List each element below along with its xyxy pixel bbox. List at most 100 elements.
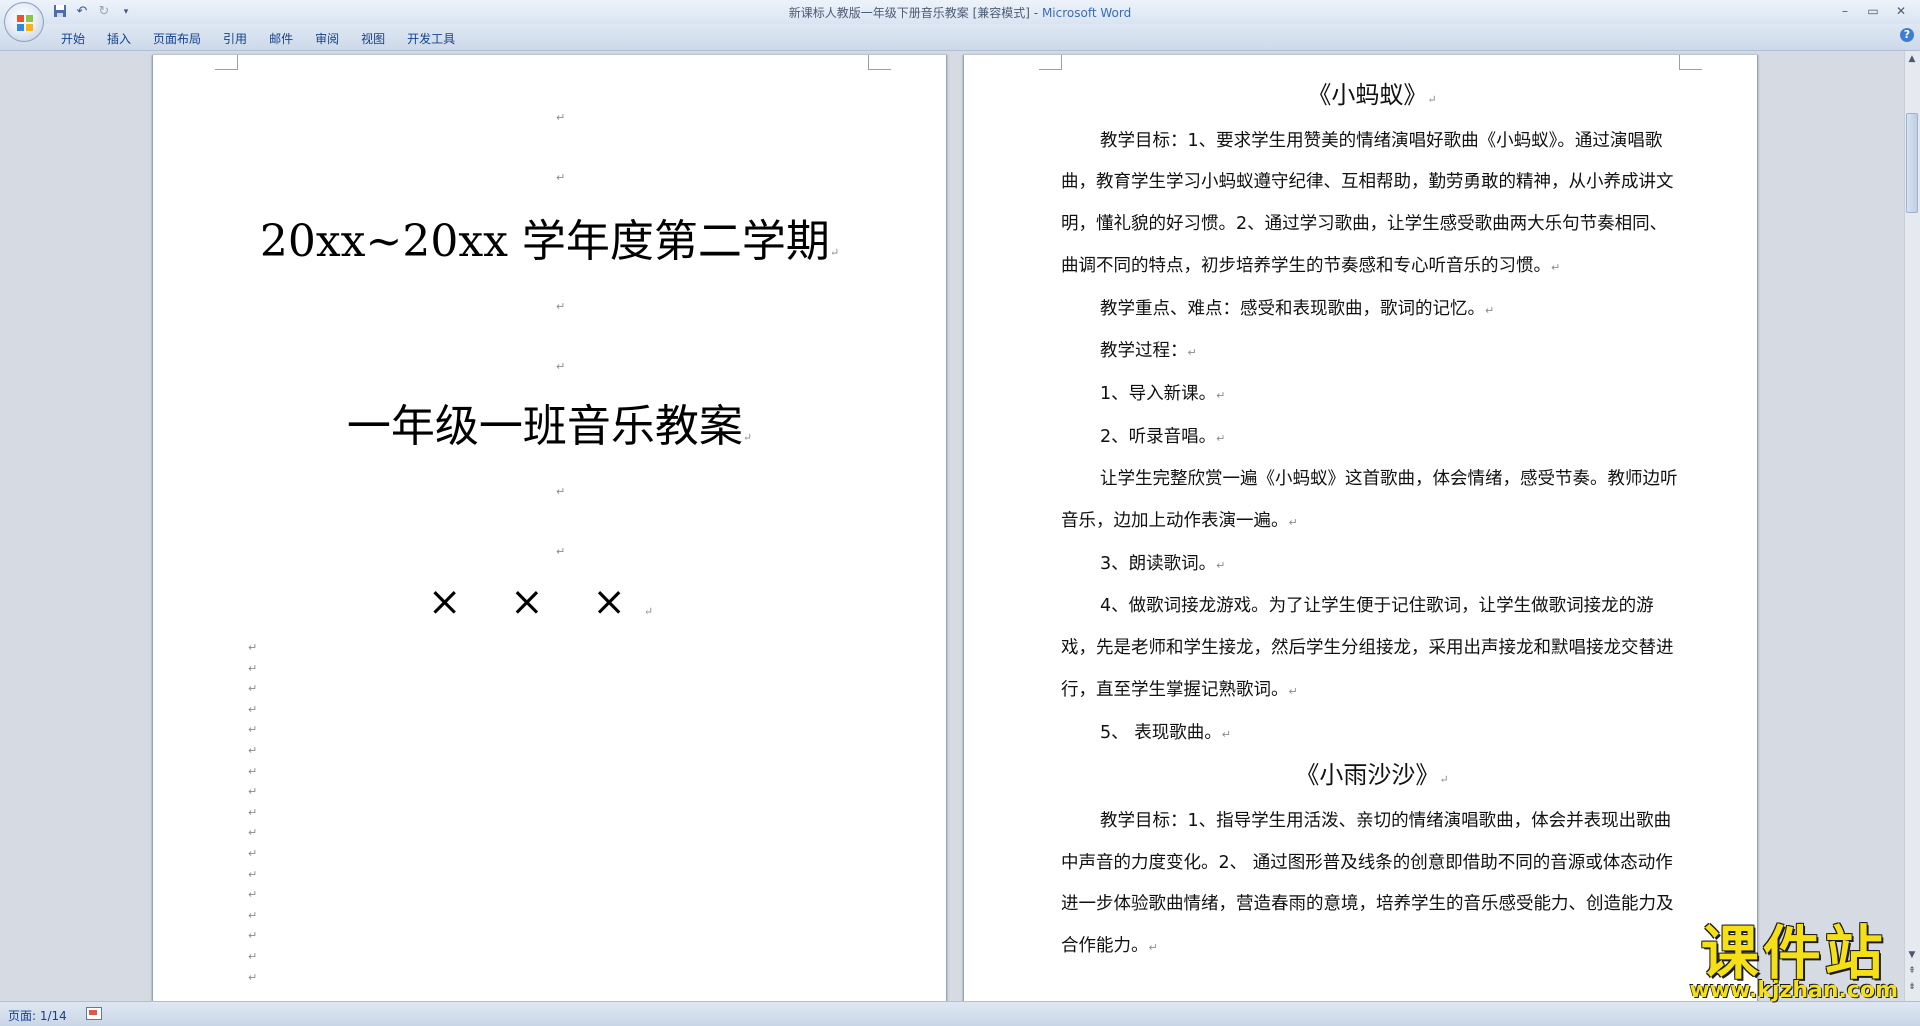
paragraph: 教学过程：↵	[1061, 331, 1683, 374]
class-title-text: 一年级一班音乐教案	[346, 401, 743, 452]
paragraph: 2、听录音唱。↵	[1061, 417, 1683, 460]
paragraph-mark: ↵	[1288, 684, 1298, 698]
paragraph: 教学重点、难点：感受和表现歌曲，歌词的记忆。↵	[1061, 289, 1683, 332]
paragraph-mark: ↵	[1288, 516, 1298, 530]
maximize-icon[interactable]: ▭	[1860, 2, 1886, 20]
paragraph-mark: ↵	[556, 485, 566, 498]
paragraph-mark: ↵	[248, 847, 258, 860]
tab-insert[interactable]: 插入	[96, 28, 142, 49]
app-name: Microsoft Word	[1041, 6, 1132, 20]
paragraph-text: 教学目标：1、指导学生用活泼、亲切的情绪演唱歌曲，体会并表现出歌曲中声音的力度变…	[1061, 810, 1674, 957]
scroll-thumb[interactable]	[1906, 113, 1918, 213]
paragraph-text: 4、做歌词接龙游戏。为了让学生便于记住歌词，让学生做歌词接龙的游戏，先是老师和学…	[1061, 596, 1674, 700]
ribbon-tabs: 开始 插入 页面布局 引用 邮件 审阅 视图 开发工具	[50, 28, 466, 49]
document-area[interactable]: ↵ ↵ 20xx~20xx 学年度第二学期↵ ↵ ↵ 一年级一班音乐教案↵ ↵ …	[0, 51, 1905, 1001]
office-logo-icon	[17, 15, 33, 31]
paragraph-mark: ↵	[1427, 93, 1437, 106]
paragraph-mark: ↵	[248, 929, 258, 943]
vertical-scrollbar[interactable]: ▲ ▼ ⇞ ⇟	[1904, 51, 1920, 1001]
paragraph-mark: ↵	[1439, 773, 1449, 787]
paragraph-mark: ↵	[248, 826, 258, 840]
paragraph-mark: ↵	[1216, 558, 1226, 572]
paragraph-mark: ↵	[248, 682, 258, 696]
paragraph-mark: ↵	[1187, 346, 1197, 360]
previous-page-icon[interactable]: ⇞	[1907, 965, 1917, 977]
tab-references[interactable]: 引用	[212, 28, 258, 49]
paragraph-mark: ↵	[556, 360, 566, 373]
paragraph: 1、导入新课。↵	[1061, 374, 1683, 417]
close-icon[interactable]: ✕	[1888, 2, 1914, 20]
office-button[interactable]	[4, 2, 44, 42]
paragraph-text: 让学生完整欣赏一遍《小蚂蚁》这首歌曲，体会情绪，感受节奏。教师边听音乐，边加上动…	[1061, 469, 1678, 532]
paragraph-mark: ↵	[248, 867, 258, 881]
paragraph-text: 1、导入新课。	[1100, 383, 1217, 404]
paragraph-mark: ↵	[248, 744, 258, 757]
paragraph-mark: ↵	[556, 171, 566, 184]
watermark-logo: 课件站 www.kjzhan.com	[1689, 922, 1898, 1003]
paragraph: 教学目标：1、指导学生用活泼、亲切的情绪演唱歌曲，体会并表现出歌曲中声音的力度变…	[1061, 801, 1683, 969]
tab-review[interactable]: 审阅	[304, 28, 350, 49]
paragraph-mark: ↵	[248, 805, 258, 819]
heading-text: 《小雨沙沙》	[1295, 761, 1440, 790]
paragraph-mark: ↵	[1221, 727, 1231, 741]
watermark-title: 课件站	[1700, 919, 1887, 987]
scroll-up-arrow-icon[interactable]: ▲	[1907, 53, 1917, 65]
term-title-text: 20xx~20xx 学年度第二学期	[259, 216, 830, 267]
tab-page-layout[interactable]: 页面布局	[142, 28, 212, 49]
tab-developer[interactable]: 开发工具	[396, 28, 466, 49]
paragraph-mark: ↵	[248, 702, 258, 716]
title-bar: ↶ ↻ ▾ 新课标人教版一年级下册音乐教案 [兼容模式] - Microsoft…	[0, 0, 1920, 25]
paragraph-mark: ↵	[248, 908, 258, 922]
title-separator: -	[1029, 6, 1042, 20]
paragraph-mark: ↵	[1485, 303, 1495, 317]
margin-corner-top-right	[868, 55, 891, 70]
minimize-icon[interactable]: –	[1832, 2, 1858, 20]
scroll-down-arrow-icon[interactable]: ▼	[1907, 949, 1917, 961]
paragraph-mark: ↵	[556, 545, 566, 558]
paragraph-mark: ↵	[829, 246, 840, 259]
paragraph: 5、 表现歌曲。↵	[1061, 713, 1683, 756]
proofing-icon[interactable]	[86, 1007, 102, 1020]
term-title: 20xx~20xx 学年度第二学期↵	[153, 205, 946, 269]
paragraph-mark: ↵	[1148, 941, 1158, 955]
class-title: 一年级一班音乐教案↵	[153, 390, 946, 454]
heading-xiaomayi: 《小蚂蚁》↵	[1061, 75, 1683, 121]
margin-corner-top-right	[1679, 55, 1702, 70]
paragraph-mark: ↵	[248, 764, 258, 778]
page-counter[interactable]: 页面: 1/14	[8, 1007, 67, 1024]
margin-corner-top-left	[215, 55, 238, 70]
paragraph-text: 教学目标：1、要求学生用赞美的情绪演唱好歌曲《小蚂蚁》。通过演唱歌曲，教育学生学…	[1061, 130, 1674, 276]
tab-home[interactable]: 开始	[50, 28, 96, 49]
page-2[interactable]: 《小蚂蚁》↵ 教学目标：1、要求学生用赞美的情绪演唱好歌曲《小蚂蚁》。通过演唱歌…	[963, 55, 1758, 1001]
paragraph-mark: ↵	[248, 950, 258, 963]
page-2-body: 《小蚂蚁》↵ 教学目标：1、要求学生用赞美的情绪演唱好歌曲《小蚂蚁》。通过演唱歌…	[1061, 75, 1683, 969]
heading-xiaoyushasha: 《小雨沙沙》↵	[1061, 755, 1683, 801]
paragraph-mark: ↵	[1551, 260, 1561, 274]
paragraph-mark: ↵	[248, 888, 258, 902]
paragraph-mark: ↵	[248, 661, 258, 675]
paragraph-mark: ↵	[742, 431, 753, 444]
author-text: × × ×	[427, 579, 644, 625]
heading-text: 《小蚂蚁》	[1307, 81, 1428, 109]
tab-view[interactable]: 视图	[350, 28, 396, 49]
paragraph-mark: ↵	[556, 111, 566, 124]
ribbon-tab-bar: 开始 插入 页面布局 引用 邮件 审阅 视图 开发工具 ?	[0, 24, 1920, 51]
paragraph-mark: ↵	[248, 785, 258, 799]
status-bar: 页面: 1/14	[0, 1001, 1920, 1026]
next-page-icon[interactable]: ⇟	[1907, 981, 1917, 993]
paragraph: 教学目标：1、要求学生用赞美的情绪演唱好歌曲《小蚂蚁》。通过演唱歌曲，教育学生学…	[1061, 121, 1683, 289]
paragraph-text: 教学重点、难点：感受和表现歌曲，歌词的记忆。	[1100, 298, 1485, 319]
paragraph-mark: ↵	[248, 970, 258, 984]
tab-mailings[interactable]: 邮件	[258, 28, 304, 49]
paragraph: 让学生完整欣赏一遍《小蚂蚁》这首歌曲，体会情绪，感受节奏。教师边听音乐，边加上动…	[1061, 459, 1683, 543]
paragraph: 3、朗读歌词。↵	[1061, 544, 1683, 587]
watermark-url: www.kjzhan.com	[1689, 978, 1898, 1003]
paragraph-mark: ↵	[1216, 388, 1226, 402]
paragraph-mark: ↵	[1216, 431, 1226, 445]
paragraph-text: 教学过程：	[1100, 341, 1188, 362]
help-icon[interactable]: ?	[1900, 28, 1914, 42]
page-1[interactable]: ↵ ↵ 20xx~20xx 学年度第二学期↵ ↵ ↵ 一年级一班音乐教案↵ ↵ …	[152, 55, 947, 1001]
paragraph-text: 3、朗读歌词。	[1100, 553, 1217, 574]
paragraph-mark: ↵	[248, 723, 258, 737]
window-controls: – ▭ ✕	[1832, 2, 1914, 20]
